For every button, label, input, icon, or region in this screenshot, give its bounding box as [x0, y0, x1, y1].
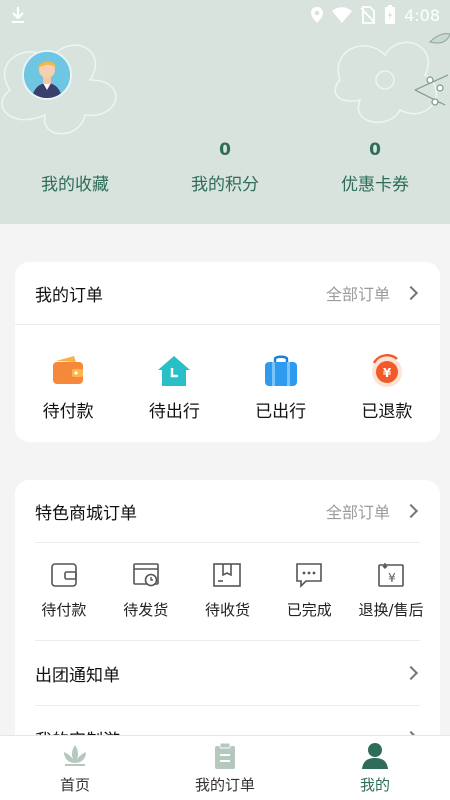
order-status-pending-payment-label: 待付款: [42, 402, 94, 422]
mall-status-after-sale-label: 退换/售后: [358, 601, 424, 619]
wifi-icon: [332, 7, 353, 23]
mall-status-pending-ship[interactable]: 待发货: [105, 561, 187, 620]
download-icon: [12, 7, 24, 23]
profile-header: 我的收藏 0 我的积分 0 优惠卡券: [0, 0, 450, 224]
group-notice-row[interactable]: 出团通知单: [15, 641, 440, 705]
chat-dots-icon: [296, 563, 323, 588]
group-notice-label: 出团通知单: [35, 665, 120, 686]
my-orders-title: 我的订单: [35, 285, 103, 306]
tab-me[interactable]: 我的: [300, 736, 450, 800]
my-orders-status-row: 待付款 待出行 已出行 ¥ 已退款: [15, 325, 440, 422]
stat-coupons-value: 0: [369, 140, 381, 160]
my-orders-all-link[interactable]: 全部订单: [326, 281, 420, 305]
no-sim-icon: [360, 6, 376, 24]
location-icon: [311, 7, 324, 23]
tab-my-orders[interactable]: 我的订单: [150, 736, 300, 800]
my-orders-card: 我的订单 全部订单 待付款 待出行 已出行 ¥ 已退款: [15, 262, 440, 442]
stat-points-label: 我的积分: [191, 175, 259, 195]
flower-decoration-right: [334, 33, 450, 124]
mall-status-pending-ship-label: 待发货: [123, 601, 169, 619]
avatar[interactable]: [22, 50, 72, 100]
tab-home-label: 首页: [59, 776, 90, 794]
mall-orders-title: 特色商城订单: [35, 503, 137, 524]
mall-orders-all-link[interactable]: 全部订单: [326, 499, 420, 523]
stat-points[interactable]: 0 我的积分: [150, 138, 300, 195]
refund-icon: ¥: [371, 354, 402, 387]
yen-refund-icon: ¥: [378, 563, 404, 587]
stat-favorites-label: 我的收藏: [41, 175, 109, 195]
stat-favorites-value: [0, 138, 150, 162]
tab-me-label: 我的: [359, 776, 390, 794]
stat-coupons[interactable]: 0 优惠卡券: [300, 138, 450, 195]
chevron-right-icon: [403, 503, 419, 519]
status-time: 4:08: [404, 5, 440, 25]
svg-text:¥: ¥: [388, 571, 396, 585]
my-orders-all-label: 全部订单: [325, 285, 390, 304]
order-status-traveled-label: 已出行: [255, 402, 307, 422]
order-status-pending-travel-label: 待出行: [148, 402, 200, 422]
mall-orders-header[interactable]: 特色商城订单 全部订单: [15, 480, 440, 542]
mall-orders-card: 特色商城订单 全部订单 待付款 待发货 待收货 已完成 ¥ 退换/售后 出团通知…: [15, 480, 440, 760]
box-icon: [213, 563, 242, 587]
order-status-pending-travel[interactable]: 待出行: [134, 353, 214, 422]
stat-coupons-label: 优惠卡券: [341, 175, 409, 195]
stat-points-value: 0: [219, 140, 231, 160]
mall-status-row: 待付款 待发货 待收货 已完成 ¥ 退换/售后: [15, 543, 440, 620]
ship-pending-icon: [132, 563, 159, 587]
mall-status-after-sale[interactable]: ¥ 退换/售后: [350, 561, 432, 620]
mall-status-completed-label: 已完成: [286, 601, 332, 619]
order-status-traveled[interactable]: 已出行: [241, 353, 321, 422]
mall-status-pending-receive[interactable]: 待收货: [187, 561, 269, 620]
chevron-right-icon: [403, 665, 419, 681]
order-status-refunded-label: 已退款: [361, 402, 413, 422]
tab-home[interactable]: 首页: [0, 736, 150, 800]
status-bar: 4:08: [0, 0, 450, 30]
bag-icon: [264, 355, 297, 386]
avatar-person-icon: [24, 52, 70, 98]
mall-status-pending-payment-label: 待付款: [41, 601, 87, 619]
person-icon: [362, 743, 388, 769]
home-clock-icon: [158, 356, 191, 386]
battery-icon: [385, 5, 396, 24]
mall-status-completed[interactable]: 已完成: [268, 561, 350, 620]
mall-status-pending-receive-label: 待收货: [204, 601, 250, 619]
mall-orders-all-label: 全部订单: [325, 503, 390, 522]
stat-favorites[interactable]: 我的收藏: [0, 138, 150, 195]
lotus-icon: [64, 745, 86, 766]
order-status-pending-payment[interactable]: 待付款: [28, 353, 108, 422]
clipboard-icon: [215, 742, 235, 769]
mall-status-pending-payment[interactable]: 待付款: [23, 561, 105, 620]
order-status-refunded[interactable]: ¥ 已退款: [347, 353, 427, 422]
my-orders-header[interactable]: 我的订单 全部订单: [15, 262, 440, 324]
svg-text:¥: ¥: [383, 366, 392, 380]
wallet-outline-icon: [51, 563, 77, 587]
profile-stats: 我的收藏 0 我的积分 0 优惠卡券: [0, 138, 450, 195]
tab-my-orders-label: 我的订单: [194, 776, 255, 794]
chevron-right-icon: [403, 285, 419, 301]
bottom-tab-bar: 首页 我的订单 我的: [0, 735, 450, 800]
wallet-icon: [53, 356, 84, 384]
